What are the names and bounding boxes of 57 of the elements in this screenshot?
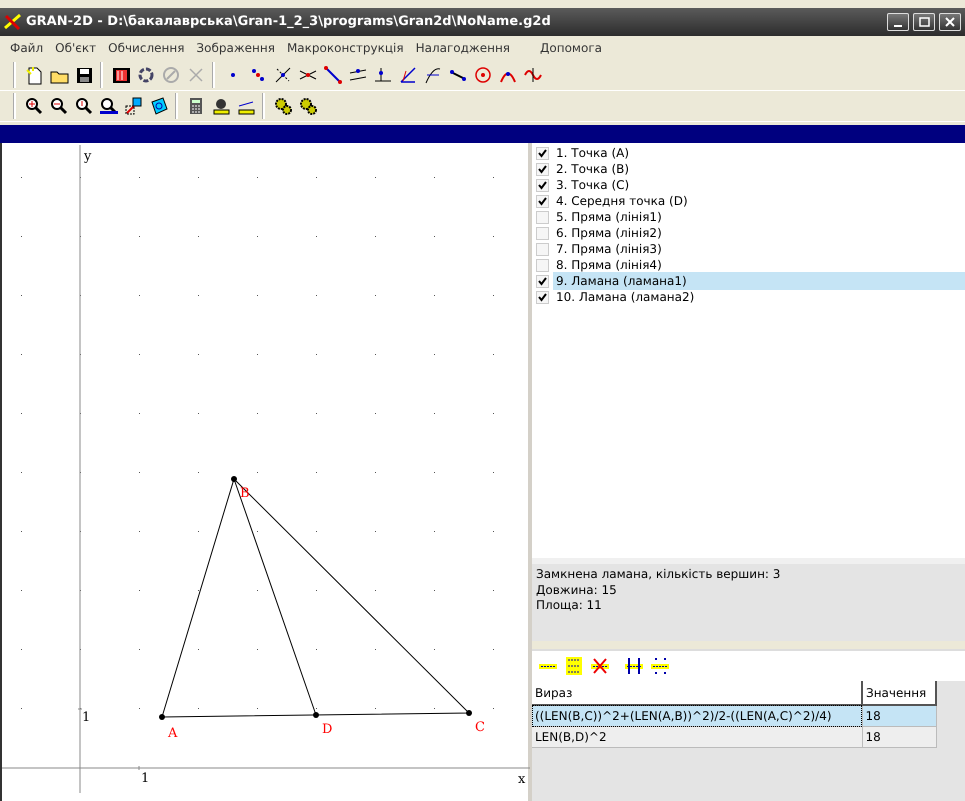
object-item[interactable]: 4. Середня точка (D) (553, 192, 965, 210)
tick-label: 1 (82, 710, 90, 725)
checkbox[interactable] (536, 162, 549, 176)
point[interactable] (466, 710, 472, 716)
axis-label: x (518, 772, 526, 787)
point-label: B (240, 486, 250, 501)
window-title: GRAN-2D - D:\бакалаврська\Gran-1_2_3\programs\Gran2d\NoName.g2d (26, 13, 552, 32)
table-cell[interactable]: 18 (862, 726, 936, 748)
close-button[interactable] (939, 13, 961, 31)
object-item[interactable]: 5. Пряма (лінія1) (553, 208, 965, 226)
close-icon (944, 16, 956, 28)
point-label: A (168, 726, 178, 741)
menu-item[interactable]: Налагодження (410, 37, 516, 59)
app-icon (4, 12, 22, 32)
table-cell[interactable]: LEN(B,D)^2 (532, 726, 862, 748)
menu-item[interactable]: Допомога (534, 37, 608, 59)
column-header[interactable]: Значення (862, 681, 936, 705)
column-header[interactable]: Вираз (532, 681, 862, 705)
object-item[interactable]: 10. Ламана (ламана2) (553, 288, 965, 306)
axis-label: y (84, 149, 92, 164)
maximize-icon (918, 16, 930, 28)
checkbox[interactable] (536, 274, 549, 288)
object-item[interactable]: 1. Точка (A) (553, 144, 965, 162)
point[interactable] (159, 714, 165, 720)
object-item[interactable]: 6. Пряма (лінія2) (553, 224, 965, 242)
tick-label: 1 (141, 771, 150, 786)
table-cell[interactable]: 18 (862, 705, 936, 726)
checkbox[interactable] (536, 146, 549, 160)
minimize-button[interactable] (887, 13, 909, 31)
checkbox[interactable] (536, 258, 549, 272)
segment-icon[interactable] (321, 64, 344, 86)
info-text: Замкнена ламана, кількість вершин: 3 (536, 567, 782, 583)
point[interactable] (231, 476, 237, 482)
checkbox[interactable] (536, 242, 549, 256)
info-text: Довжина: 15 (536, 582, 618, 598)
menu-item[interactable]: Об'єкт (49, 37, 102, 59)
table-cell[interactable]: ((LEN(B,C))^2+(LEN(A,B))^2)/2-((LEN(A,C)^2)/4) (532, 705, 862, 726)
menu-item[interactable]: Зображення (190, 37, 281, 59)
info-text: Площа: 11 (536, 598, 603, 614)
point-label: D (322, 722, 332, 737)
checkbox[interactable] (536, 290, 549, 304)
object-item[interactable]: 7. Пряма (лінія3) (553, 240, 965, 258)
menu-item[interactable]: Макроконструкція (280, 37, 410, 59)
object-item[interactable]: 9. Ламана (ламана1) (553, 272, 965, 290)
menu-item[interactable]: Обчислення (102, 37, 190, 59)
object-item[interactable]: 8. Пряма (лінія4) (553, 256, 965, 274)
checkbox[interactable] (536, 226, 549, 240)
object-item[interactable]: 2. Точка (B) (553, 160, 965, 178)
checkbox[interactable] (536, 210, 549, 224)
checkbox[interactable] (536, 194, 549, 208)
point-label: C (475, 720, 485, 735)
object-item[interactable]: 3. Точка (C) (553, 176, 965, 194)
menu-item[interactable]: Файл (4, 37, 50, 59)
point[interactable] (313, 712, 319, 718)
minimize-icon (894, 25, 902, 27)
maximize-button[interactable] (913, 13, 935, 31)
checkbox[interactable] (536, 178, 549, 192)
